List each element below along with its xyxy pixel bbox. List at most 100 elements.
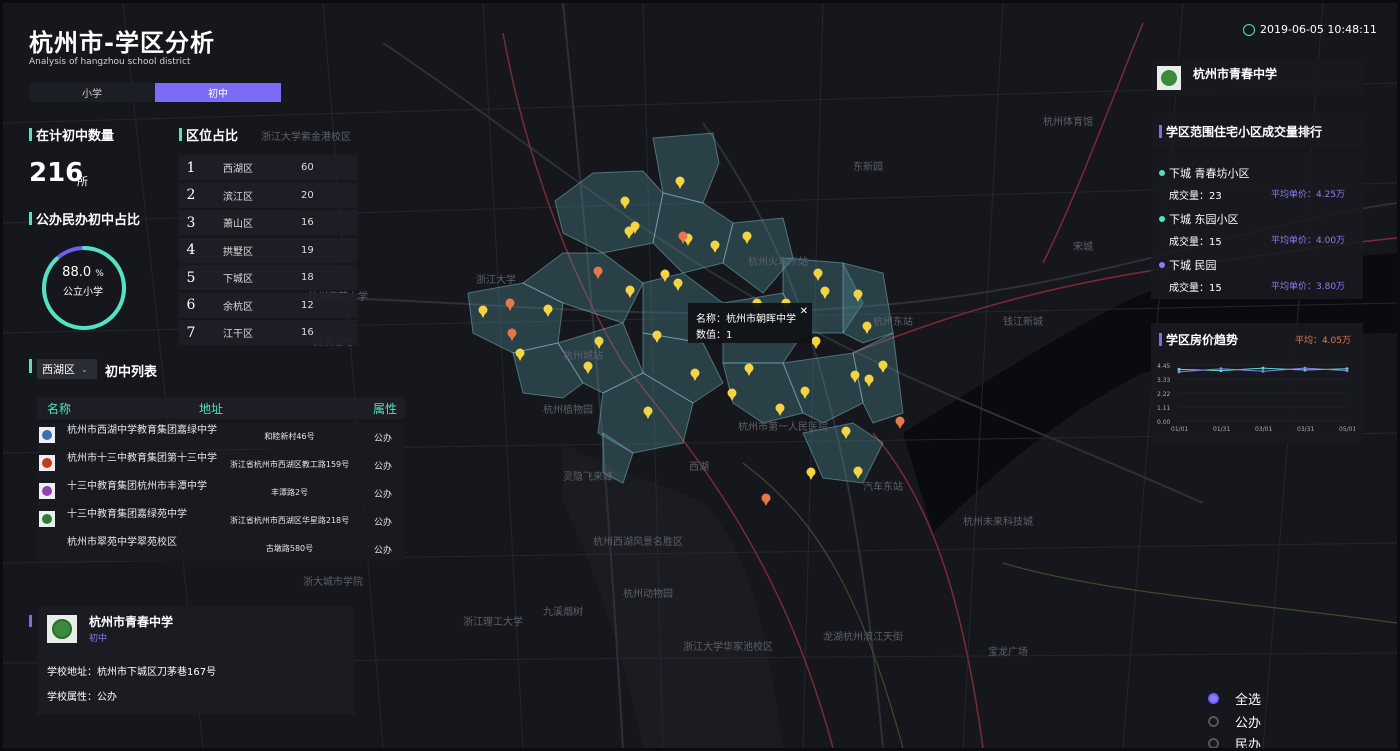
district-row: 7 江干区 16 [179,320,357,345]
radio-icon [1208,738,1219,748]
school-address: 浙江省杭州市西湖区华星路218号 [229,516,350,525]
datetime-text: 2019-06-05 10:48:11 [1260,23,1377,36]
series-point [1219,367,1223,371]
map-label: 杭州体育馆 [1043,117,1093,128]
page-subtitle: Analysis of hangzhou school district [29,57,191,67]
x-tick-label: 03/01 [1255,426,1272,433]
district-value: 60 [301,162,314,173]
bullet-icon [1159,170,1165,176]
district-name: 拱墅区 [223,246,253,258]
map-label: 九溪烟树 [543,607,583,618]
school-name: 十三中教育集团杭州市丰潭中学 [67,481,207,492]
district-name: 西湖区 [223,164,253,175]
tab-middle[interactable]: 初中 [155,83,281,102]
district-row: 4 拱墅区 19 [179,237,357,263]
district-row: 1 西湖区 60 [179,155,357,180]
popup-name-label: 名称： [696,314,726,325]
map-label: 杭州火车东站 [748,257,808,268]
tx-price: 平均单价：3.80万 [1271,282,1346,292]
map-label: 杭州西湖风景名胜区 [593,537,683,548]
school-emblem-icon [1161,70,1177,86]
tx-name: 下城 东园小区 [1169,213,1239,226]
map-label: 宝龙广场 [988,647,1028,658]
school-address: 古墩路580号 [265,544,314,553]
table-row[interactable]: 杭州市西湖中学教育集团嘉绿中学 和睦新村46号 公办 [37,423,405,449]
district-value: 19 [301,244,314,256]
transaction-item[interactable]: 下城 民园成交量：15 平均单价：3.80万 [1159,257,1359,297]
right-school-name: 杭州市青春中学 [1193,67,1278,81]
tx-deals: 成交量：23 [1169,191,1222,202]
table-row[interactable]: 杭州市十三中教育集团第十三中学 浙江省杭州市西湖区教工路159号 公办 [37,451,405,477]
map-label: 杭州植物园 [543,405,593,416]
card-accent-bar [29,615,32,627]
school-attr: 公办 [374,434,393,444]
transaction-item[interactable]: 下城 东园小区 成交量：15 平均单价：4.00万 [1159,211,1359,251]
district-ratio-title: 区位占比 [179,125,238,144]
district-value: 16 [301,327,314,338]
school-name: 杭州市十三中教育集团第十三中学 [67,453,217,464]
level-tabs: 小学 初中 [29,83,281,102]
price-trend-panel: 学区房价趋势 平均：4.05万 4.45 3.33 2.22 1.11 0.00 01/0… [1151,323,1363,443]
transaction-item[interactable]: 下城 青春坊小区 成交量：23 平均单价：4.25万 [1159,165,1359,205]
school-logo-icon [39,427,55,443]
map-label: 浙江大学华家池校区 [683,642,773,653]
district-rank: 5 [186,269,196,286]
ratio-value: 88.0 % [62,265,104,280]
district-name: 余杭区 [223,301,253,313]
district-rank: 3 [186,214,196,231]
tx-name: 下城 民园 [1169,259,1217,272]
map-label: 宋城 [1073,242,1093,253]
col-address: 地址 [199,402,224,416]
series-point [1345,369,1349,373]
radio-icon [1208,693,1219,704]
district-name: 萧山区 [223,219,253,230]
map-popup: 名称：杭州市朝晖中学 数值：1 ✕ [688,303,812,343]
school-name: 十三中教育集团嘉绿苑中学 [67,509,187,520]
map-label: 汽车东站 [863,482,903,493]
tx-deals: 成交量：15 [1169,283,1222,294]
close-icon[interactable]: ✕ [800,306,808,317]
tx-deals: 成交量：15 [1169,237,1222,248]
tab-primary[interactable]: 小学 [29,83,155,102]
ratio-title: 公办民办初中占比 [29,209,140,228]
filter-all[interactable]: 全选 [1208,689,1261,708]
series-point [1177,370,1181,374]
price-trend-chart: 4.45 3.33 2.22 1.11 0.0001/01 01/31 03/01 03/31… [1157,363,1355,433]
school-logo-icon [39,455,55,471]
district-select[interactable]: 西湖区 ⌄ [37,359,97,379]
district-value: 20 [301,189,314,201]
district-value: 12 [301,299,314,311]
card-attr: 学校属性：公办 [47,692,117,703]
filter-public[interactable]: 公办 [1208,712,1261,731]
x-tick-label: 05/01 [1339,426,1355,433]
y-tick-label: 4.45 [1157,363,1171,370]
map-label: 浙大城市学院 [303,577,363,588]
map-label: 钱江新城 [1003,317,1043,328]
col-name: 名称 [47,402,72,416]
map-label: 浙江大学紫金港校区 [261,132,351,143]
series-point [1261,369,1265,373]
map-label: 浙江理工大学 [463,617,523,628]
school-logo-icon [39,511,55,527]
table-row[interactable]: 十三中教育集团杭州市丰潭中学 丰潭路2号 公办 [37,479,405,505]
right-school-logo [1157,66,1181,90]
district-row: 5 下城区 18 [179,265,357,290]
map-label: 杭州动物园 [623,589,673,600]
series-point [1261,366,1265,370]
card-address: 学校地址：杭州市下城区刀茅巷167号 [47,667,217,678]
count-title: 在计初中数量 [29,125,114,144]
map-label: 东新园 [853,162,883,173]
ratio-label: 公立小学 [63,287,103,298]
list-divider-bar [29,359,32,373]
school-attr: 公办 [374,462,393,472]
x-tick-label: 01/01 [1171,426,1188,433]
y-tick-label: 2.22 [1157,391,1171,398]
map-label: 浙江大学 [476,275,516,286]
table-row[interactable]: 十三中教育集团嘉绿苑中学 浙江省杭州市西湖区华星路218号 公办 [37,507,405,533]
selected-school-card: 杭州市青春中学 初中 学校地址：杭州市下城区刀茅巷167号 学校属性：公办 [37,607,355,715]
col-attr: 属性 [373,402,398,416]
school-name: 杭州市西湖中学教育集团嘉绿中学 [67,425,217,436]
count-value: 216 [29,158,84,188]
table-row[interactable]: 杭州市翠苑中学翠苑校区 古墩路580号 公办 [37,535,405,561]
filter-private[interactable]: 民办 [1208,734,1261,748]
